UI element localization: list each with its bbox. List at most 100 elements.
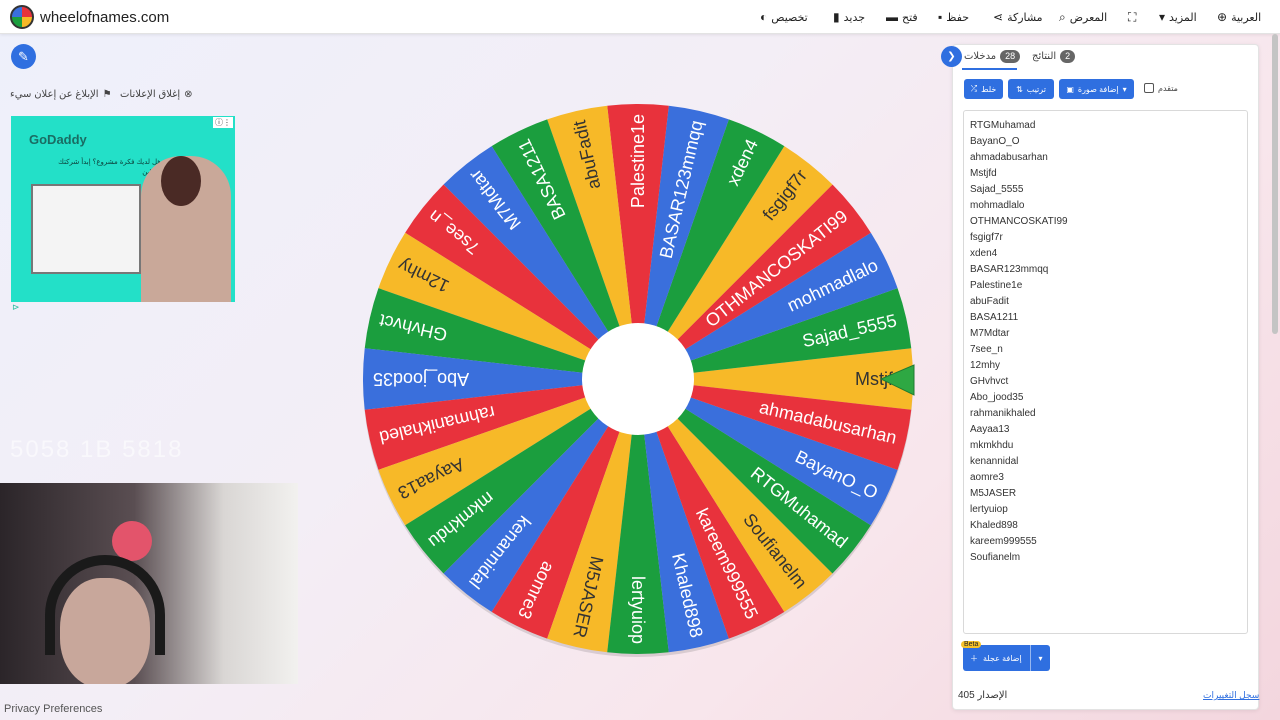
entry-line: Aayaa13 bbox=[970, 424, 1010, 435]
entry-line: xden4 bbox=[970, 248, 998, 259]
site-name: wheelofnames.com bbox=[40, 8, 170, 26]
menu-share[interactable]: ⋖ مشاركة bbox=[993, 0, 1043, 34]
menu-language[interactable]: ⊕ العربية bbox=[1217, 0, 1261, 34]
close-circle-icon: ⊗ bbox=[184, 89, 193, 100]
menu-new[interactable]: ▮ جديد bbox=[833, 0, 865, 34]
report-ad-label: الإبلاغ عن إعلان سيء bbox=[10, 89, 99, 100]
menu-more[interactable]: ▾ المزيد bbox=[1159, 0, 1197, 34]
ad-brand: GoDaddy bbox=[29, 132, 87, 147]
entry-line: M7Mdtar bbox=[970, 328, 1010, 339]
ad-laptop-image bbox=[31, 184, 141, 274]
chevron-down-icon: ▾ bbox=[1038, 653, 1043, 663]
wheel-segment-label: Palestine1e bbox=[628, 114, 648, 208]
entry-line: aomre3 bbox=[970, 472, 1004, 483]
tab-entries-label: مدخلات bbox=[964, 51, 997, 62]
new-file-icon: ▮ bbox=[833, 10, 840, 24]
entry-line: mkmkhdu bbox=[970, 440, 1014, 451]
fullscreen-button[interactable]: ⛶ bbox=[1128, 0, 1136, 34]
active-tab-indicator bbox=[962, 68, 1017, 70]
entry-line: Sajad_5555 bbox=[970, 184, 1024, 195]
menu-customize-label: تخصيص bbox=[771, 11, 808, 24]
cam-hair-bun bbox=[112, 521, 152, 561]
entry-line: Soufianelm bbox=[970, 552, 1021, 563]
entry-line: GHvhvct bbox=[970, 376, 1009, 387]
ad-choices-icon[interactable]: ⊳ bbox=[12, 302, 20, 313]
sort-icon: ⇅ bbox=[1016, 84, 1023, 94]
entry-line: BASAR123mmqq bbox=[970, 264, 1049, 275]
version-label: الإصدار 405 bbox=[958, 690, 1008, 701]
plus-icon: ＋ bbox=[970, 653, 978, 663]
close-ads-label: إغلاق الإعلانات bbox=[120, 89, 181, 100]
flag-icon: ⚑ bbox=[102, 89, 112, 100]
add-wheel-main[interactable]: ＋ إضافة عجلة bbox=[963, 653, 1030, 664]
search-icon: ⌕ bbox=[1059, 9, 1066, 24]
ad-info-icon[interactable]: ⓘ⋮ bbox=[213, 117, 233, 128]
chevron-down-icon: ▾ bbox=[1159, 10, 1166, 24]
menu-open-label: فتح bbox=[902, 11, 918, 24]
wheel-logo-icon bbox=[10, 5, 34, 29]
menu-save[interactable]: ▪ حفظ bbox=[938, 0, 969, 34]
privacy-preferences-link[interactable]: Privacy Preferences bbox=[4, 703, 102, 715]
top-bar: wheelofnames.com ◐ تخصيص ▮ جديد ▬ فتح ▪ … bbox=[0, 0, 1280, 34]
menu-customize[interactable]: ◐ تخصيص bbox=[760, 0, 808, 34]
add-image-button[interactable]: ▣ إضافة صورة ▾ bbox=[1059, 79, 1134, 99]
report-ad-link[interactable]: الإبلاغ عن إعلان سيء ⚑ bbox=[10, 89, 112, 100]
wheel-svg[interactable]: MstjfdSajad_5555mohmadlaloOTHMANCOSKATI9… bbox=[360, 101, 916, 657]
brand[interactable]: wheelofnames.com bbox=[10, 5, 169, 29]
entries-textarea[interactable]: RTGMuhamad BayanO_O ahmadabusarhan Mstjfd Sa… bbox=[963, 110, 1248, 634]
menu-gallery-label: المعرض bbox=[1069, 11, 1108, 24]
menu-new-label: جديد bbox=[843, 11, 866, 24]
menu-gallery[interactable]: ⌕ المعرض bbox=[1059, 0, 1107, 34]
tab-entries[interactable]: مدخلات 28 bbox=[964, 50, 1021, 63]
wheel-segment-label: Abo_jood35 bbox=[373, 368, 469, 389]
shuffle-button[interactable]: ⤮ خلط bbox=[964, 79, 1003, 99]
entry-line: BayanO_O bbox=[970, 136, 1020, 147]
menu-language-label: العربية bbox=[1231, 11, 1262, 24]
menu-open[interactable]: ▬ فتح bbox=[886, 0, 918, 34]
edit-wheel-button[interactable]: ✎ bbox=[11, 44, 36, 69]
entry-line: mohmadlalo bbox=[970, 200, 1025, 211]
advanced-label: متقدم bbox=[1158, 83, 1178, 93]
chevron-right-icon: ❯ bbox=[947, 51, 956, 62]
entry-line: BASA1211 bbox=[970, 312, 1019, 323]
entry-line: Palestine1e bbox=[970, 280, 1023, 291]
overlay-text: 5058 1B 5818 bbox=[10, 436, 184, 463]
webcam-overlay bbox=[0, 483, 298, 684]
entry-line: 12mhy bbox=[970, 360, 1001, 371]
close-ads-link[interactable]: إغلاق الإعلانات ⊗ bbox=[120, 89, 193, 100]
pencil-icon: ✎ bbox=[18, 48, 29, 64]
shuffle-label: خلط bbox=[981, 84, 997, 94]
advanced-checkbox[interactable] bbox=[1144, 83, 1154, 93]
sort-button[interactable]: ⇅ ترتيب bbox=[1008, 79, 1054, 99]
entry-line: Mstjfd bbox=[970, 168, 997, 179]
entry-line: kareem999555 bbox=[970, 536, 1037, 547]
entry-line: Abo_jood35 bbox=[970, 392, 1024, 403]
menu-share-label: مشاركة bbox=[1007, 11, 1043, 24]
changelog-link[interactable]: سجل التغييرات bbox=[1203, 690, 1259, 701]
results-count-badge: 2 bbox=[1060, 50, 1076, 63]
headset-icon bbox=[45, 555, 165, 655]
sort-label: ترتيب bbox=[1026, 84, 1046, 94]
beta-badge: Beta bbox=[961, 641, 982, 648]
chevron-down-icon: ▾ bbox=[1122, 84, 1127, 94]
page-scrollbar[interactable] bbox=[1272, 34, 1278, 334]
entry-line: rahmanikhaled bbox=[970, 408, 1036, 419]
entry-line: fsgigf7r bbox=[970, 232, 1003, 243]
add-wheel-button[interactable]: ＋ إضافة عجلة ▾ bbox=[963, 645, 1050, 671]
tab-results[interactable]: النتائج 2 bbox=[1032, 50, 1076, 63]
image-icon: ▣ bbox=[1066, 84, 1074, 94]
collapse-panel-button[interactable]: ❯ bbox=[941, 46, 962, 67]
wheel[interactable]: Mstjfd Sajad_5555 mohmadlalo OTHMANCOSKATI9… bbox=[360, 101, 916, 657]
advanced-toggle[interactable]: متقدم bbox=[1144, 83, 1178, 93]
fullscreen-icon: ⛶ bbox=[1128, 9, 1137, 24]
globe-icon: ⊕ bbox=[1217, 10, 1228, 24]
entry-line: Khaled898 bbox=[970, 520, 1018, 531]
wheel-center-hub[interactable] bbox=[582, 323, 694, 435]
advertisement[interactable]: GoDaddy هل لديك فكرة مشروع؟ إبدأ شركتك ا… bbox=[11, 116, 235, 302]
entries-count-badge: 28 bbox=[1000, 50, 1021, 63]
ad-text: هل لديك فكرة مشروع؟ إبدأ شركتك اونلاين bbox=[58, 159, 161, 176]
folder-icon: ▬ bbox=[886, 10, 898, 24]
share-icon: ⋖ bbox=[993, 10, 1004, 24]
add-image-label: إضافة صورة bbox=[1077, 84, 1119, 94]
add-wheel-dropdown[interactable]: ▾ bbox=[1030, 645, 1050, 671]
